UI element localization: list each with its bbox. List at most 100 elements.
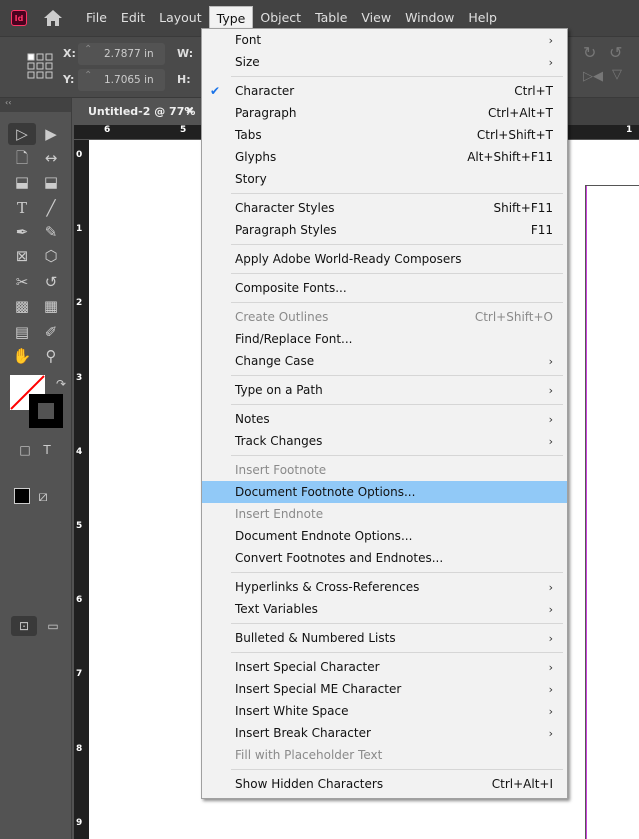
menu-item-composite-fonts[interactable]: Composite Fonts... — [202, 277, 567, 299]
submenu-arrow-icon: › — [548, 434, 553, 448]
apply-none-icon[interactable]: ⧄ — [32, 486, 54, 506]
home-icon[interactable] — [43, 9, 63, 27]
submenu-arrow-icon: › — [548, 660, 553, 674]
collapse-panel-icon[interactable]: ‹‹ — [0, 98, 71, 112]
formatting-container-icon[interactable]: □ — [14, 440, 36, 460]
menu-item-shortcut: Shift+F11 — [493, 201, 553, 215]
menu-item-label: Character Styles — [235, 201, 335, 215]
apply-color-icon[interactable] — [14, 488, 30, 504]
menu-item-paragraph-styles[interactable]: Paragraph Styles F11 — [202, 219, 567, 241]
polygon-tool-icon[interactable]: ⬡ — [40, 246, 62, 266]
document-tab[interactable]: Untitled-2 @ 77% ✖ — [74, 98, 202, 125]
menu-layout[interactable]: Layout — [152, 6, 209, 30]
menu-item-track-changes[interactable]: Track Changes › — [202, 430, 567, 452]
ruler-number: 9 — [76, 817, 83, 828]
menu-item-tabs[interactable]: Tabs Ctrl+Shift+T — [202, 124, 567, 146]
menu-item-show-hidden-characters[interactable]: Show Hidden Characters Ctrl+Alt+I — [202, 773, 567, 795]
menu-type[interactable]: Type — [208, 6, 254, 30]
gradient-feather-tool-icon[interactable]: ▦ — [40, 296, 62, 316]
ruler-number: 4 — [76, 446, 83, 457]
selection-tool-icon[interactable]: ▷ — [11, 124, 33, 144]
menu-item-label: Show Hidden Characters — [235, 777, 384, 791]
menu-item-label: Create Outlines — [235, 310, 329, 324]
hand-tool-icon[interactable]: ✋ — [11, 346, 33, 366]
menu-edit[interactable]: Edit — [114, 6, 152, 30]
menu-item-change-case[interactable]: Change Case › — [202, 350, 567, 372]
page-tool-icon[interactable]: 🗋 — [11, 148, 33, 168]
menu-view[interactable]: View — [354, 6, 398, 30]
rectangle-frame-tool-icon[interactable]: ⊠ — [11, 246, 33, 266]
screen-mode-icon[interactable]: ⊡ — [11, 616, 37, 636]
gradient-tool-icon[interactable]: ▩ — [11, 296, 33, 316]
menu-item-insert-white-space[interactable]: Insert White Space › — [202, 700, 567, 722]
menu-item-text-variables[interactable]: Text Variables › — [202, 598, 567, 620]
gap-tool-icon[interactable]: ↔ — [40, 148, 62, 168]
x-field[interactable]: 2.7877 in — [78, 39, 165, 65]
rotate-ccw-icon[interactable]: ↺ — [609, 43, 622, 62]
ruler-number: 6 — [104, 125, 111, 135]
menu-item-label: Size — [235, 55, 260, 69]
menu-file[interactable]: File — [79, 6, 114, 30]
zoom-tool-icon[interactable]: ⚲ — [40, 346, 62, 366]
menu-item-character[interactable]: ✔ Character Ctrl+T — [202, 80, 567, 102]
flip-horizontal-icon[interactable]: ▷◀ — [583, 69, 603, 84]
menu-item-bulleted-numbered-lists[interactable]: Bulleted & Numbered Lists › — [202, 627, 567, 649]
menu-item-apply-adobe-world-ready-composers[interactable]: Apply Adobe World-Ready Composers — [202, 248, 567, 270]
line-tool-icon[interactable]: ╱ — [40, 198, 62, 218]
swap-fill-stroke-icon[interactable]: ↷ — [50, 374, 72, 394]
scissors-tool-icon[interactable]: ✂ — [11, 272, 33, 292]
note-tool-icon[interactable]: ▤ — [11, 322, 33, 342]
content-placer-icon[interactable]: ⬓ — [40, 172, 62, 192]
flip-vertical-icon[interactable]: ▽ — [612, 67, 622, 82]
y-field[interactable]: 1.7065 in — [78, 65, 165, 91]
content-collector-icon[interactable]: ⬓ — [11, 172, 33, 192]
menu-item-font[interactable]: Font › — [202, 29, 567, 51]
menu-item-find-replace-font[interactable]: Find/Replace Font... — [202, 328, 567, 350]
menu-item-paragraph[interactable]: Paragraph Ctrl+Alt+T — [202, 102, 567, 124]
menu-window[interactable]: Window — [398, 6, 461, 30]
menu-separator — [202, 241, 567, 248]
menu-item-size[interactable]: Size › — [202, 51, 567, 73]
menu-object[interactable]: Object — [253, 6, 308, 30]
free-transform-tool-icon[interactable]: ↺ — [40, 272, 62, 292]
submenu-arrow-icon: › — [548, 412, 553, 426]
menu-item-type-on-a-path[interactable]: Type on a Path › — [202, 379, 567, 401]
submenu-arrow-icon: › — [548, 631, 553, 645]
menu-item-label: Paragraph — [235, 106, 297, 120]
menu-item-notes[interactable]: Notes › — [202, 408, 567, 430]
menu-item-convert-footnotes-and-endnotes[interactable]: Convert Footnotes and Endnotes... — [202, 547, 567, 569]
ruler-number: 3 — [76, 372, 83, 383]
menu-item-label: Paragraph Styles — [235, 223, 337, 237]
ruler-number: 5 — [76, 521, 83, 531]
menu-item-document-endnote-options[interactable]: Document Endnote Options... — [202, 525, 567, 547]
menu-item-story[interactable]: Story — [202, 168, 567, 190]
menu-item-glyphs[interactable]: Glyphs Alt+Shift+F11 — [202, 146, 567, 168]
formatting-text-icon[interactable]: T — [36, 440, 58, 460]
submenu-arrow-icon: › — [548, 33, 553, 47]
page-edge — [585, 185, 639, 839]
menu-item-insert-special-character[interactable]: Insert Special Character › — [202, 656, 567, 678]
document-tab-title: Untitled-2 @ 77% — [88, 105, 196, 118]
direct-selection-tool-icon[interactable]: ▶ — [40, 124, 62, 144]
menu-item-label: Insert Special Character — [235, 660, 380, 674]
reference-point-icon[interactable] — [27, 53, 53, 79]
menu-separator — [202, 569, 567, 576]
menu-item-document-footnote-options[interactable]: Document Footnote Options... — [202, 481, 567, 503]
menu-item-label: Track Changes — [235, 434, 323, 448]
menu-table[interactable]: Table — [308, 6, 354, 30]
ruler-number: 7 — [76, 669, 83, 680]
menu-item-label: Change Case — [235, 354, 315, 368]
pencil-tool-icon[interactable]: ✎ — [40, 222, 62, 242]
pen-tool-icon[interactable]: ✒ — [11, 222, 33, 242]
close-icon[interactable]: ✖ — [186, 98, 194, 125]
menu-item-insert-special-me-character[interactable]: Insert Special ME Character › — [202, 678, 567, 700]
type-tool-icon[interactable]: T — [11, 198, 33, 218]
menu-item-character-styles[interactable]: Character Styles Shift+F11 — [202, 197, 567, 219]
rotate-cw-icon[interactable]: ↻ — [583, 43, 596, 62]
vertical-ruler[interactable]: 0 1 2 3 4 5 6 7 8 9 — [74, 140, 89, 839]
eyedropper-tool-icon[interactable]: ✐ — [40, 322, 62, 342]
menu-item-hyperlinks-cross-references[interactable]: Hyperlinks & Cross-References › — [202, 576, 567, 598]
menu-item-insert-break-character[interactable]: Insert Break Character › — [202, 722, 567, 744]
menu-help[interactable]: Help — [461, 6, 504, 30]
preview-mode-icon[interactable]: ▭ — [42, 616, 64, 636]
